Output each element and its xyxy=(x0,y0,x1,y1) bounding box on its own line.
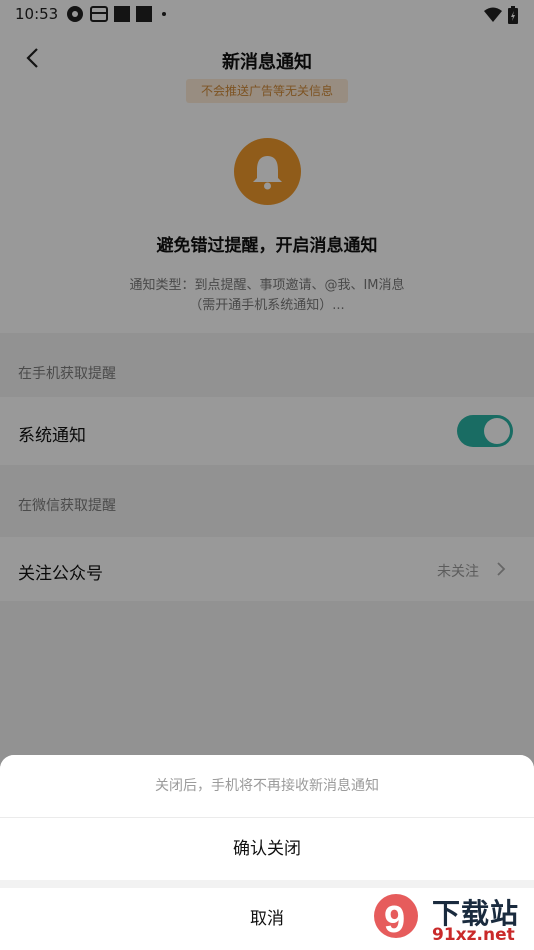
watermark-url: 91xz.net xyxy=(432,925,515,945)
confirm-close-button[interactable]: 确认关闭 xyxy=(0,818,534,880)
watermark-logo-text: 9 xyxy=(384,899,405,941)
sheet-hint: 关闭后，手机将不再接收新消息通知 xyxy=(0,755,534,818)
